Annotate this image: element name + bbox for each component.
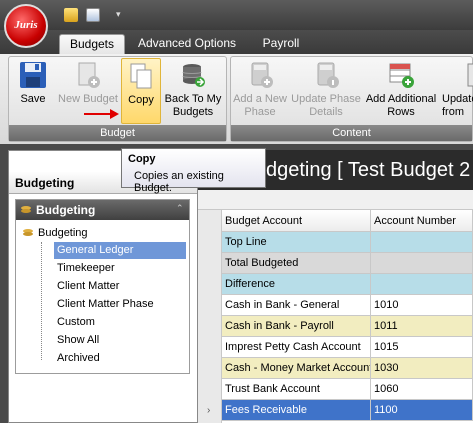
add-additional-rows-label: Add Additional Rows	[365, 93, 437, 118]
update-phase-details-button[interactable]: Update Phase Details	[290, 58, 362, 124]
update-from-label: Update from	[442, 93, 473, 118]
copy-icon	[126, 61, 156, 91]
budgeting-nav-icon	[20, 205, 32, 215]
quick-access-dropdown-icon[interactable]: ▾	[116, 9, 121, 20]
add-additional-rows-button[interactable]: Add Additional Rows	[364, 58, 438, 124]
column-header-account-number[interactable]: Account Number	[371, 210, 473, 232]
update-icon	[464, 60, 473, 90]
copy-button[interactable]: Copy	[121, 58, 161, 124]
save-button[interactable]: Save	[12, 58, 54, 124]
new-document-icon	[73, 60, 103, 90]
current-row-indicator-icon: ›	[207, 405, 211, 416]
red-arrow-icon	[82, 108, 122, 120]
ribbon-group-label: Content	[231, 125, 472, 141]
grid-cell-account-number[interactable]	[371, 232, 473, 253]
grid-cell-budget-account[interactable]: Total Budgeted	[222, 253, 371, 274]
grid-cell-budget-account[interactable]: Cash - Money Market Account	[222, 358, 371, 379]
tree-item-client-matter-phase[interactable]: Client Matter Phase	[57, 296, 154, 313]
grid-cell-account-number[interactable]: 1011	[371, 316, 473, 337]
grid-cell-account-number[interactable]: 1030	[371, 358, 473, 379]
copy-tooltip: Copy Copies an existing Budget.	[121, 148, 266, 194]
grid-cell-account-number[interactable]: 1100	[371, 400, 473, 421]
tree-item-archived[interactable]: Archived	[57, 350, 100, 367]
update-from-button[interactable]: Update from	[440, 58, 473, 124]
tree-connector	[41, 242, 43, 360]
grid-cell-budget-account[interactable]: Cash in Bank - Payroll	[222, 316, 371, 337]
collapse-chevron-icon[interactable]: ⌃	[176, 203, 184, 214]
add-new-phase-label: Add a New Phase	[233, 93, 287, 118]
tree-root-budgeting[interactable]: Budgeting	[38, 225, 88, 242]
grid-cell-budget-account[interactable]: Fees Receivable	[222, 400, 371, 421]
tree-item-show-all[interactable]: Show All	[57, 332, 99, 349]
column-header-budget-account[interactable]: Budget Account	[222, 210, 371, 232]
tree-item-client-matter[interactable]: Client Matter	[57, 278, 119, 295]
quick-access-folder-icon[interactable]	[64, 8, 78, 22]
grid-cell-account-number[interactable]	[371, 253, 473, 274]
app-logo[interactable]: Juris	[4, 4, 48, 48]
calculator-icon	[245, 60, 275, 90]
tooltip-title: Copy	[128, 153, 156, 165]
database-icon	[178, 60, 208, 90]
tab-payroll[interactable]: Payroll	[253, 34, 309, 54]
budgeting-tree-icon	[22, 228, 34, 238]
tab-budgets[interactable]: Budgets	[59, 34, 125, 54]
tree-item-general-ledger[interactable]: General Ledger	[54, 242, 186, 259]
grid-cell-budget-account[interactable]: Imprest Petty Cash Account	[222, 337, 371, 358]
quick-access-document-icon[interactable]	[86, 8, 100, 22]
grid-cell-account-number[interactable]: 1010	[371, 295, 473, 316]
tab-advanced-options[interactable]: Advanced Options	[137, 34, 237, 54]
grid-cell-budget-account[interactable]: Top Line	[222, 232, 371, 253]
new-budget-label: New Budget	[58, 93, 118, 105]
logo-text: Juris	[14, 19, 38, 31]
back-to-my-budgets-button[interactable]: Back To My Budgets	[162, 58, 224, 124]
grid-cell-budget-account[interactable]: Difference	[222, 274, 371, 295]
save-button-label: Save	[20, 93, 46, 105]
grid-cell-account-number[interactable]	[371, 274, 473, 295]
save-icon	[18, 60, 48, 90]
navigation-panel-header[interactable]: Budgeting	[16, 200, 189, 220]
grid-cell-budget-account[interactable]: Trust Bank Account	[222, 379, 371, 400]
tooltip-body: Copies an existing Budget.	[134, 170, 224, 194]
calculator-info-icon	[311, 60, 341, 90]
grid-cell-account-number[interactable]: 1060	[371, 379, 473, 400]
grid-cell-account-number[interactable]: 1015	[371, 337, 473, 358]
tree-item-custom[interactable]: Custom	[57, 314, 95, 331]
copy-button-label: Copy	[128, 94, 154, 106]
back-to-my-budgets-label: Back To My Budgets	[164, 93, 222, 118]
add-rows-icon	[386, 60, 416, 90]
add-new-phase-button[interactable]: Add a New Phase	[232, 58, 288, 124]
tree-item-timekeeper[interactable]: Timekeeper	[57, 260, 115, 277]
ribbon-group-label: Budget	[9, 125, 226, 141]
grid-cell-budget-account[interactable]: Cash in Bank - General	[222, 295, 371, 316]
update-phase-details-label: Update Phase Details	[291, 93, 361, 118]
row-selector-column	[198, 210, 222, 423]
navigation-panel-title: Budgeting	[36, 203, 96, 217]
